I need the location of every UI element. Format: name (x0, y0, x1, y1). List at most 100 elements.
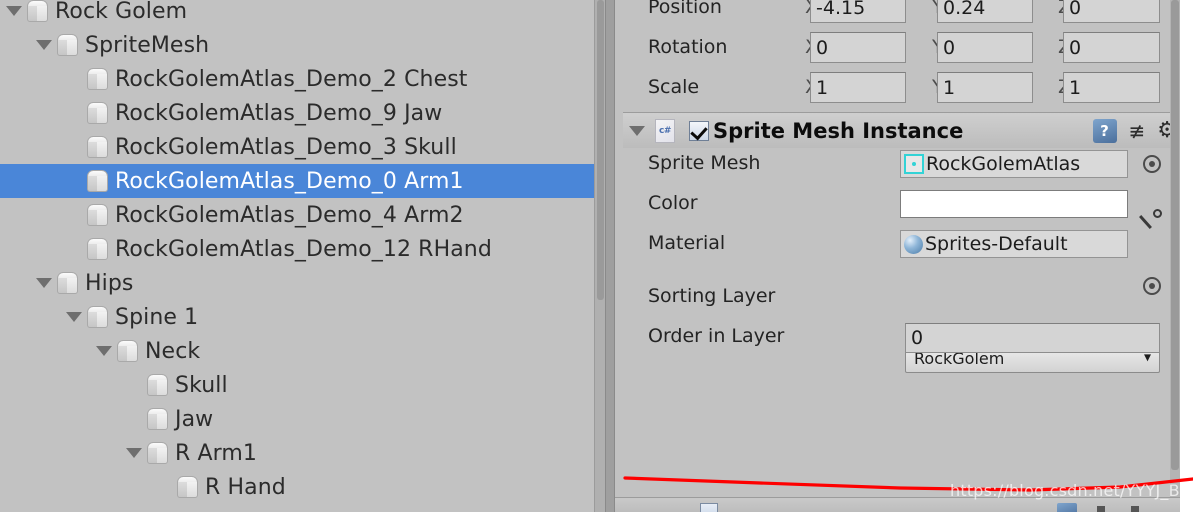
gameobject-cube-icon (86, 101, 109, 125)
inspector-panel: PositionX-4.15Y0.24Z0RotationX0Y0Z0Scale… (615, 0, 1193, 512)
inspector-right-edge (1180, 0, 1193, 512)
hierarchy-row[interactable]: Neck (0, 334, 605, 368)
transform-y-value: 0 (943, 36, 956, 59)
order-in-layer-label-wrap: Order in Layer (648, 325, 784, 347)
collapse-triangle-icon[interactable] (629, 121, 649, 140)
expand-triangle-icon[interactable] (36, 40, 52, 50)
transform-x-input[interactable]: -4.15 (810, 0, 906, 23)
inspector-scrollbar[interactable] (1170, 0, 1180, 512)
material-sphere-icon (904, 234, 923, 254)
hierarchy-row-label: RockGolemAtlas_Demo_12 RHand (115, 236, 492, 262)
expand-triangle-icon[interactable] (36, 278, 52, 288)
transform-y-value: 0.24 (943, 0, 986, 19)
order-in-layer-label: Order in Layer (648, 325, 785, 347)
transform-z-value: 1 (1069, 76, 1082, 99)
hierarchy-row[interactable]: RockGolemAtlas_Demo_9 Jaw (0, 96, 605, 130)
sprite-mesh-object-field[interactable]: RockGolemAtlas (900, 150, 1128, 178)
help-icon[interactable]: ? (1092, 118, 1117, 143)
hierarchy-row[interactable]: Hips (0, 266, 605, 300)
next-component-checkbox[interactable] (700, 503, 718, 512)
hierarchy-row[interactable]: Spine 1 (0, 300, 605, 334)
gameobject-cube-icon (146, 407, 169, 431)
hierarchy-row[interactable]: RockGolemAtlas_Demo_0 Arm1 (0, 164, 605, 198)
hierarchy-scrollbar-thumb[interactable] (597, 0, 604, 300)
sprite-mesh-instance-header[interactable]: c# Sprite Mesh Instance ? ≢ ⚙ (623, 112, 1185, 148)
transform-x-input[interactable]: 1 (810, 72, 906, 103)
transform-x-input[interactable]: 0 (810, 32, 906, 63)
hierarchy-row-label: Rock Golem (55, 0, 188, 24)
gameobject-cube-icon (86, 169, 109, 193)
order-in-layer-input[interactable]: 0 (905, 323, 1160, 353)
hierarchy-row[interactable]: SpriteMesh (0, 28, 605, 62)
hierarchy-row[interactable]: R Arm1 (0, 436, 605, 470)
hierarchy-row[interactable]: RockGolemAtlas_Demo_2 Chest (0, 62, 605, 96)
next-component-gear-icon[interactable] (1131, 506, 1139, 512)
color-swatch-field[interactable] (900, 190, 1128, 218)
material-value: Sprites-Default (925, 233, 1068, 255)
hierarchy-row-label: Jaw (175, 406, 214, 432)
gameobject-cube-icon (26, 0, 49, 23)
expand-triangle-icon[interactable] (6, 6, 22, 16)
sprite-mesh-value: RockGolemAtlas (926, 153, 1081, 175)
hierarchy-row-label: RockGolemAtlas_Demo_9 Jaw (115, 100, 443, 126)
hierarchy-row[interactable]: RockGolemAtlas_Demo_4 Arm2 (0, 198, 605, 232)
gameobject-cube-icon (86, 203, 109, 227)
hierarchy-row[interactable]: R Hand (0, 470, 605, 504)
hierarchy-row[interactable]: RockGolemAtlas_Demo_12 RHand (0, 232, 605, 266)
transform-row-label: Rotation (648, 36, 728, 58)
expand-triangle-placeholder (126, 414, 142, 424)
transform-y-input[interactable]: 1 (937, 72, 1033, 103)
hierarchy-scrollbar[interactable] (594, 0, 605, 512)
gameobject-cube-icon (86, 305, 109, 329)
expand-triangle-icon[interactable] (96, 346, 112, 356)
gameobject-cube-icon (56, 33, 79, 57)
expand-triangle-placeholder (126, 380, 142, 390)
material-object-field[interactable]: Sprites-Default (900, 230, 1128, 258)
transform-y-input[interactable]: 0.24 (937, 0, 1033, 23)
next-component-preset-icon[interactable] (1097, 506, 1105, 512)
expand-triangle-placeholder (66, 142, 82, 152)
transform-y-input[interactable]: 0 (937, 32, 1033, 63)
eyedropper-icon[interactable] (1139, 208, 1163, 232)
preset-icon[interactable]: ≢ (1129, 121, 1146, 141)
expand-triangle-icon[interactable] (66, 312, 82, 322)
gameobject-cube-icon (86, 237, 109, 261)
expand-triangle-icon[interactable] (126, 448, 142, 458)
hierarchy-row-label: RockGolemAtlas_Demo_4 Arm2 (115, 202, 464, 228)
component-enabled-checkbox[interactable] (689, 120, 709, 141)
sprite-mesh-object-picker[interactable] (1143, 155, 1161, 173)
gameobject-cube-icon (176, 475, 199, 499)
transform-x-value: 0 (816, 36, 829, 59)
transform-z-value: 0 (1069, 36, 1082, 59)
expand-triangle-placeholder (66, 210, 82, 220)
order-in-layer-value: 0 (911, 327, 924, 349)
expand-triangle-placeholder (66, 74, 82, 84)
hierarchy-row-label: RockGolemAtlas_Demo_2 Chest (115, 66, 468, 92)
color-label: Color (648, 192, 698, 214)
hierarchy-row-label: R Hand (205, 474, 286, 500)
transform-row-label: Position (648, 0, 722, 18)
material-object-picker[interactable] (1143, 277, 1161, 295)
sorting-layer-label-wrap: Sorting Layer (648, 285, 775, 307)
gameobject-cube-icon (146, 373, 169, 397)
hierarchy-row[interactable]: Rock Golem (0, 0, 605, 28)
hierarchy-row[interactable]: Skull (0, 368, 605, 402)
panel-divider[interactable] (605, 0, 615, 512)
hierarchy-row[interactable]: Jaw (0, 402, 605, 436)
color-label-wrap: Color (648, 192, 698, 214)
transform-z-value: 0 (1069, 0, 1082, 19)
next-component-help-icon[interactable] (1057, 503, 1077, 512)
expand-triangle-placeholder (66, 108, 82, 118)
transform-z-input[interactable]: 1 (1063, 72, 1160, 103)
expand-triangle-placeholder (156, 482, 172, 492)
expand-triangle-placeholder (66, 244, 82, 254)
gameobject-cube-icon (116, 339, 139, 363)
gameobject-cube-icon (56, 271, 79, 295)
hierarchy-row[interactable]: RockGolemAtlas_Demo_3 Skull (0, 130, 605, 164)
csharp-script-icon: c# (655, 118, 675, 143)
inspector-scrollbar-thumb[interactable] (1171, 0, 1179, 470)
sprite-mesh-label: Sprite Mesh (648, 152, 761, 174)
material-label: Material (648, 232, 726, 254)
transform-z-input[interactable]: 0 (1063, 32, 1160, 63)
transform-z-input[interactable]: 0 (1063, 0, 1160, 23)
